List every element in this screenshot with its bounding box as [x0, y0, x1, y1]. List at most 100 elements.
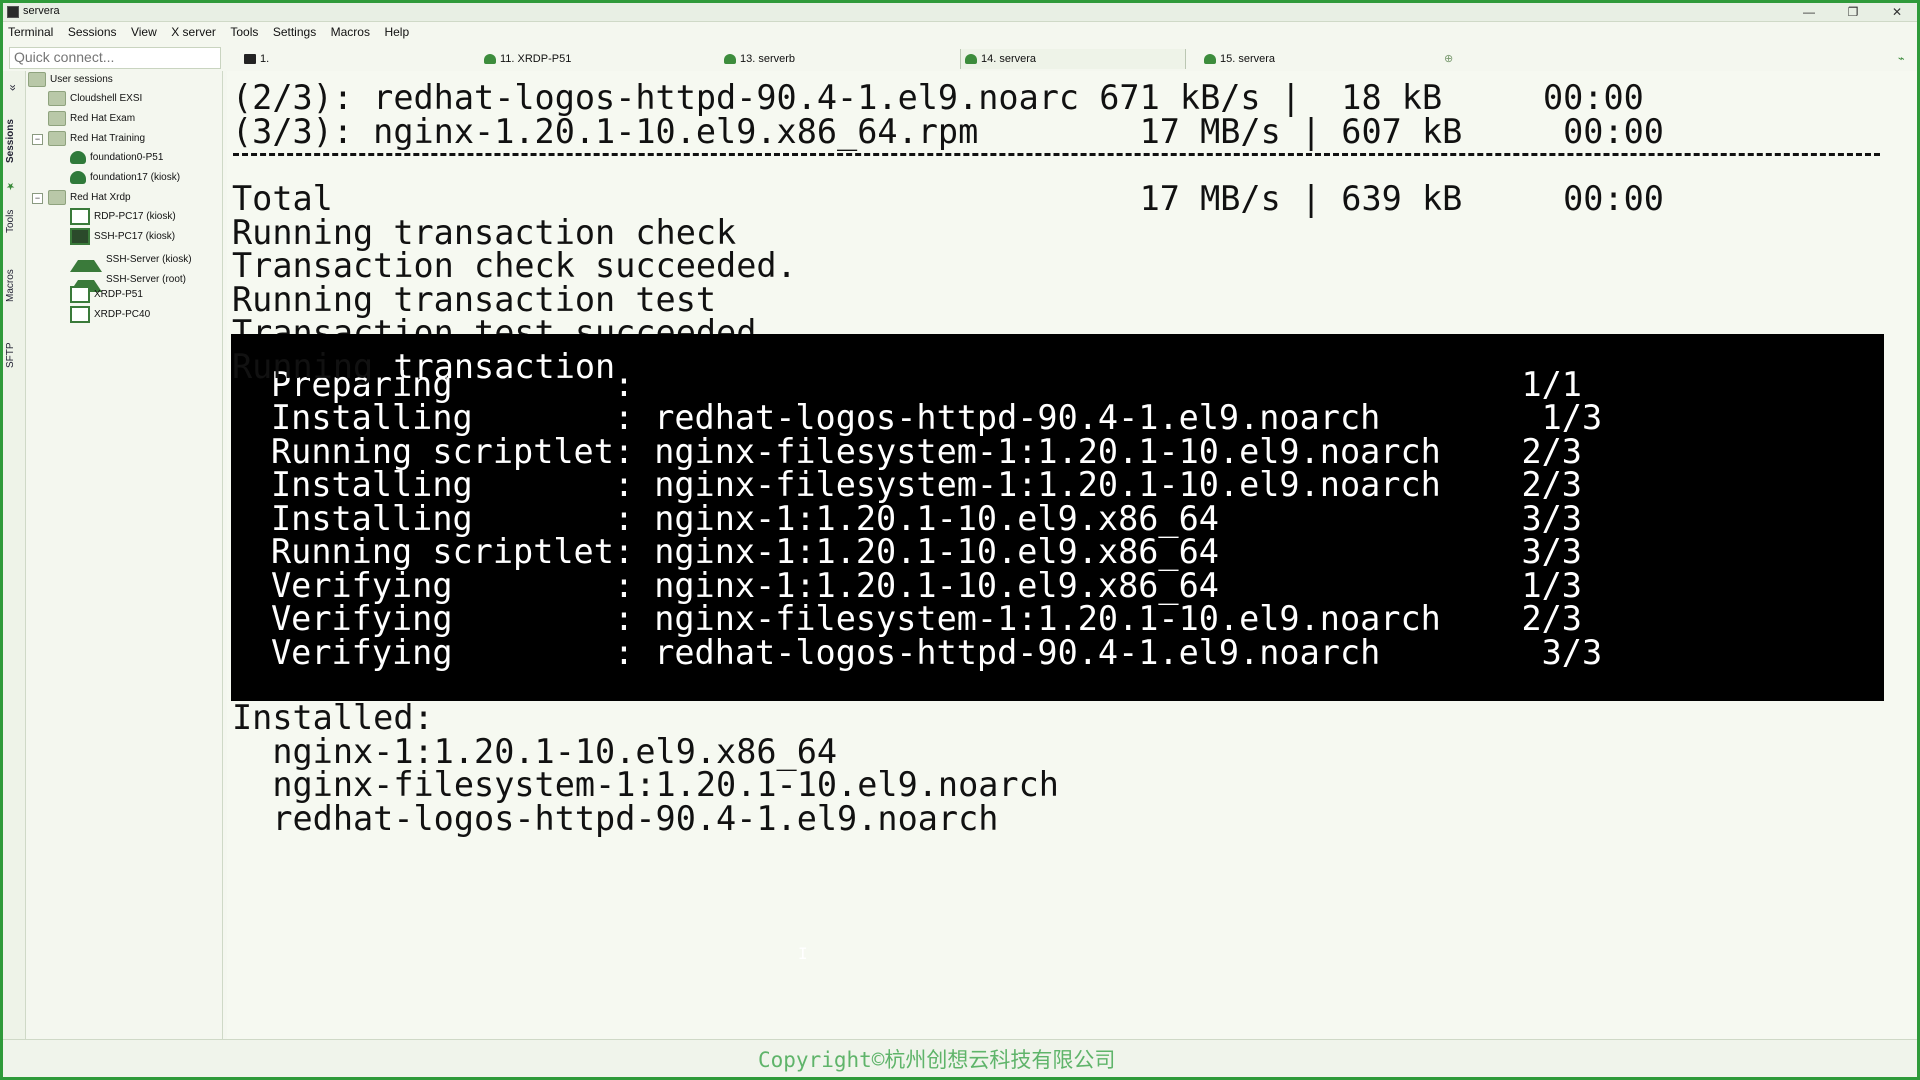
status-bar: Copyright©杭州创想云科技有限公司 [3, 1039, 1917, 1077]
terminal-line: Verifying : nginx-1:1.20.1-10.el9.x86_64… [271, 566, 1582, 605]
star-icon: ★ [5, 180, 16, 192]
tree-item-xrdp-p51[interactable]: XRDP-P51 [70, 286, 143, 304]
tree-item-redhat-training[interactable]: Red Hat Training [48, 130, 145, 148]
terminal-line: Installing : nginx-filesystem-1:1.20.1-1… [271, 465, 1582, 504]
tree-label: Red Hat Exam [70, 113, 136, 124]
tab-servera[interactable]: 15. servera [1204, 49, 1404, 69]
selection-highlight: Preparing : 1/1 Installing : redhat-logo… [231, 334, 1884, 963]
vertical-tab-strip: « Sessions ★ Tools Macros SFTP [3, 71, 26, 1039]
tree-item-foundation17[interactable]: foundation17 (kiosk) [70, 169, 180, 187]
terminal-line: Verifying : nginx-filesystem-1:1.20.1-10… [271, 599, 1582, 638]
collapse-toggle[interactable]: − [32, 134, 43, 145]
monitor-icon [70, 208, 90, 225]
tab-1[interactable]: 1. [244, 49, 424, 69]
terminal-line: Installing : redhat-logos-httpd-90.4-1.e… [271, 398, 1603, 437]
tree-item-redhat-exam[interactable]: Red Hat Exam [48, 110, 135, 128]
terminal-line: nginx-1:1.20.1-10.el9.x86_64 [232, 732, 838, 771]
title-bar: servera — ❐ ✕ [3, 3, 1917, 22]
tab-serverb[interactable]: 13. serverb [724, 49, 924, 69]
maximize-button[interactable]: ❐ [1833, 3, 1873, 21]
terminal-line: (2/3): redhat-logos-httpd-90.4-1.el9.noa… [232, 78, 1644, 117]
copyright-watermark: Copyright©杭州创想云科技有限公司 [758, 1048, 1116, 1072]
folder-icon [48, 90, 66, 106]
tree-root[interactable]: User sessions [28, 71, 113, 89]
tree-item-ssh-server-root[interactable]: SSH-Server (root) [70, 267, 187, 292]
terminal-icon [244, 54, 256, 65]
tree-label: SSH-PC17 (kiosk) [94, 231, 176, 243]
ssh-session-icon [70, 170, 86, 184]
terminal-view[interactable]: (2/3): redhat-logos-httpd-90.4-1.el9.noa… [227, 71, 1917, 1039]
tree-label: SSH-Server (root) [106, 274, 187, 286]
tree-label: Red Hat Xrdp [70, 192, 131, 203]
menu-sessions[interactable]: Sessions [63, 22, 122, 39]
running-highlight: transaction [393, 347, 616, 386]
terminal-line: Running transaction test [232, 280, 717, 319]
session-icon [484, 54, 496, 65]
terminal-line: Installing : nginx-1:1.20.1-10.el9.x86_6… [271, 499, 1582, 538]
tree-item-rdp-pc17[interactable]: RDP-PC17 (kiosk) [70, 208, 176, 226]
tab-label: 15. servera [1220, 53, 1276, 65]
terminal-line: nginx-filesystem-1:1.20.1-10.el9.noarch [232, 765, 1059, 804]
tree-label: Red Hat Training [70, 133, 146, 144]
session-tabs: 1. 11. XRDP-P51 13. serverb 14. servera … [228, 47, 1917, 69]
attach-icon[interactable]: ⌁ [1898, 49, 1914, 69]
user-sessions-icon [28, 71, 46, 87]
tab-xrdp-p51[interactable]: 11. XRDP-P51 [484, 49, 684, 69]
terminal-screen-icon [70, 228, 90, 245]
window-title: servera [23, 5, 60, 17]
tree-label: foundation17 (kiosk) [90, 172, 181, 183]
tree-label: foundation0-P51 [90, 152, 164, 163]
tab-servera-active[interactable]: 14. servera [960, 49, 1186, 69]
folder-icon [48, 130, 66, 146]
terminal-line: Installed: [232, 698, 434, 737]
minimize-button[interactable]: — [1789, 3, 1829, 21]
tab-label: 14. servera [981, 53, 1037, 65]
vtab-sessions[interactable]: Sessions [5, 111, 23, 171]
terminal-line: Running scriptlet: nginx-filesystem-1:1.… [271, 432, 1582, 471]
tree-item-ssh-pc17[interactable]: SSH-PC17 (kiosk) [70, 228, 175, 246]
menu-settings[interactable]: Settings [268, 22, 321, 39]
session-icon [724, 54, 736, 65]
vtab-macros[interactable]: Macros [5, 261, 23, 311]
tree-label: XRDP-PC40 [94, 309, 151, 321]
monitor-icon [70, 286, 90, 303]
folder-icon [48, 110, 66, 126]
text-cursor-icon: I [798, 944, 808, 963]
session-icon [1204, 54, 1216, 65]
terminal-line: Running scriptlet: nginx-1:1.20.1-10.el9… [271, 532, 1582, 571]
tree-item-foundation0[interactable]: foundation0-P51 [70, 149, 163, 167]
vtab-sftp[interactable]: SFTP [5, 339, 23, 371]
tree-item-xrdp-pc40[interactable]: XRDP-PC40 [70, 306, 150, 324]
app-window: servera — ❐ ✕ Terminal Sessions View X s… [3, 3, 1917, 1077]
session-icon [965, 54, 977, 65]
terminal-line: Total 17 MB/s | 639 kB 00:00 [232, 179, 1664, 218]
terminal-line: Verifying : redhat-logos-httpd-90.4-1.el… [271, 633, 1603, 672]
new-tab-button[interactable]: ⊕ [1444, 49, 1464, 69]
tree-item-redhat-xrdp[interactable]: Red Hat Xrdp [48, 189, 131, 207]
menu-terminal[interactable]: Terminal [3, 22, 58, 39]
tree-label: XRDP-P51 [94, 289, 143, 301]
close-button[interactable]: ✕ [1877, 3, 1917, 21]
tab-label: 13. serverb [740, 53, 796, 65]
menu-help[interactable]: Help [379, 22, 414, 39]
terminal-line: Running transaction check [232, 213, 737, 252]
tab-label: 11. XRDP-P51 [500, 53, 572, 65]
vtab-tools[interactable]: Tools [5, 201, 23, 241]
tree-item-cloudshell[interactable]: Cloudshell EXSI [48, 90, 142, 108]
collapse-toggle[interactable]: − [32, 193, 43, 204]
menu-macros[interactable]: Macros [326, 22, 375, 39]
monitor-icon [70, 306, 90, 323]
tree-label: Cloudshell EXSI [70, 93, 143, 104]
tree-label: SSH-Server (kiosk) [106, 254, 192, 266]
app-icon [7, 6, 19, 18]
collapse-arrow-icon[interactable]: « [5, 79, 23, 97]
terminal-line: redhat-logos-httpd-90.4-1.el9.noarch [232, 799, 999, 838]
tree-item-ssh-server-kiosk[interactable]: SSH-Server (kiosk) [70, 247, 192, 272]
quick-connect-box [9, 47, 221, 69]
ssh-session-icon [70, 150, 86, 164]
quick-connect-input[interactable] [10, 48, 218, 66]
menu-view[interactable]: View [126, 22, 162, 39]
terminal-line: Running transaction [232, 350, 615, 384]
menu-tools[interactable]: Tools [225, 22, 263, 39]
menu-xserver[interactable]: X server [166, 22, 221, 39]
